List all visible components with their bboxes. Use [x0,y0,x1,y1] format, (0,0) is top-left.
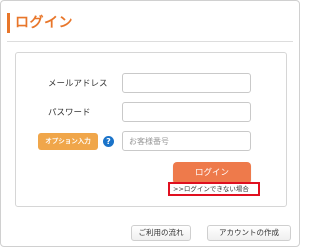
password-label: パスワード [48,108,91,118]
forgot-link-highlight: >>ログインできない場合 [168,182,260,196]
title-accent-bar [7,13,10,33]
usage-flow-button[interactable]: ご利用の流れ [131,225,191,241]
option-input-button[interactable]: オプション入力 [38,133,98,150]
title-divider [7,41,293,42]
create-account-button[interactable]: アカウントの作成 [207,225,291,241]
login-button[interactable]: ログイン [173,162,251,184]
password-field[interactable] [122,102,251,122]
help-icon[interactable]: ? [103,136,114,147]
email-field[interactable] [122,73,251,93]
customer-number-field[interactable] [122,131,251,151]
cannot-login-link[interactable]: >>ログインできない場合 [173,184,249,194]
page-title: ログイン [15,15,73,31]
email-label: メールアドレス [48,79,108,89]
login-panel: ログイン メールアドレス パスワード オプション入力 ? ログイン >>ログイン… [0,0,300,247]
